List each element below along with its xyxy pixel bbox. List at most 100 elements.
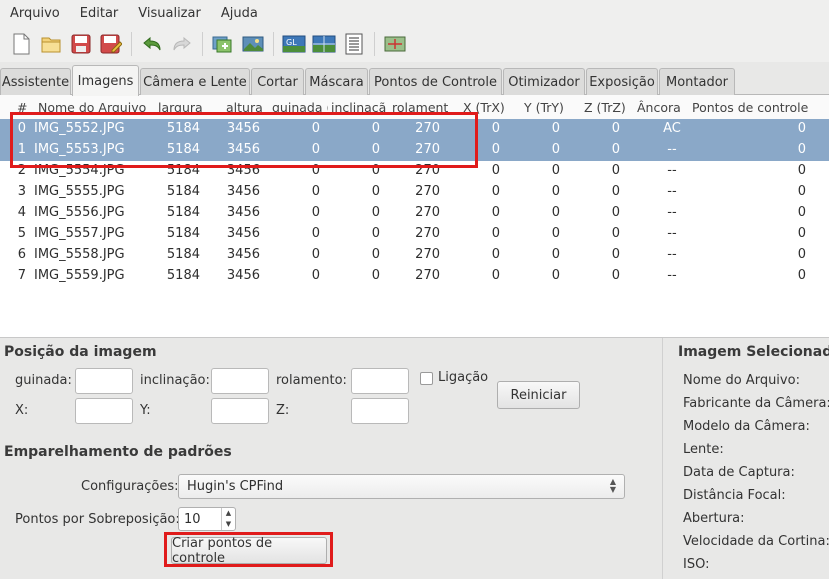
add-images-icon[interactable] <box>211 32 235 56</box>
cell-height: 3456 <box>226 121 260 136</box>
add-time-series-icon[interactable] <box>241 32 265 56</box>
open-folder-icon[interactable] <box>39 32 63 56</box>
svg-text:GL: GL <box>286 38 297 47</box>
tab-otimizador[interactable]: Otimizador <box>503 68 585 95</box>
settings-value: Hugin's CPFind <box>187 479 284 494</box>
create-control-points-button[interactable]: Criar pontos de controle <box>171 536 327 566</box>
cell-roll: 270 <box>415 121 440 136</box>
menu-visualizar[interactable]: Visualizar <box>128 6 211 21</box>
col-header-height[interactable]: altura <box>226 100 266 115</box>
table-row[interactable]: 5 IMG_5557.JPG 5184 3456 0 0 270 0 0 0 -- 0 <box>0 224 829 245</box>
redo-icon[interactable] <box>170 32 194 56</box>
tab-montador[interactable]: Montador <box>659 68 735 95</box>
tab-imagens[interactable]: Imagens <box>72 65 139 96</box>
cell-trx: 0 <box>491 205 500 220</box>
cell-width: 5184 <box>166 205 200 220</box>
cell-height: 3456 <box>226 247 260 262</box>
points-per-overlap-label: Pontos por Sobreposição: <box>15 512 180 527</box>
fast-preview-icon[interactable] <box>312 32 336 56</box>
cell-trx: 0 <box>491 268 500 283</box>
field-focal-length: Distância Focal: <box>683 488 786 503</box>
field-shutter-speed: Velocidade da Cortina: <box>683 534 829 549</box>
save-as-icon[interactable] <box>99 32 123 56</box>
cell-control-points: 0 <box>797 142 806 157</box>
cell-filename: IMG_5555.JPG <box>34 184 125 199</box>
pitch-input[interactable] <box>211 368 269 394</box>
cell-trz: 0 <box>611 121 620 136</box>
z-input[interactable] <box>351 398 409 424</box>
link-label: Ligação <box>438 370 489 385</box>
menu-bar: Arquivo Editar Visualizar Ajuda <box>0 0 829 26</box>
cell-index: 5 <box>17 226 26 241</box>
list-view-icon[interactable] <box>342 32 366 56</box>
col-header-anchor[interactable]: Âncora <box>637 100 687 115</box>
cell-try: 0 <box>551 247 560 262</box>
col-header-trz[interactable]: Z (TrZ) <box>584 100 634 115</box>
tab-mascara[interactable]: Máscara <box>305 68 368 95</box>
cell-filename: IMG_5552.JPG <box>34 121 125 136</box>
col-header-control-points[interactable]: Pontos de controle <box>692 100 829 115</box>
save-icon[interactable] <box>69 32 93 56</box>
x-input[interactable] <box>75 398 133 424</box>
section-title-image-position: Posição da imagem <box>4 344 157 360</box>
opengl-preview-icon[interactable]: GL <box>282 32 306 56</box>
col-header-try[interactable]: Y (TrY) <box>524 100 574 115</box>
cell-anchor: -- <box>667 247 677 262</box>
tab-camera-e-lente[interactable]: Câmera e Lente <box>140 68 250 95</box>
tab-exposicao[interactable]: Exposição <box>586 68 658 95</box>
cell-trz: 0 <box>611 226 620 241</box>
col-header-pitch[interactable]: inclinação <box>331 100 387 115</box>
settings-combobox[interactable]: Hugin's CPFind ▲ ▼ <box>178 474 625 499</box>
field-aperture: Abertura: <box>683 511 745 526</box>
col-header-yaw[interactable]: guinada ( <box>272 100 328 115</box>
points-per-overlap-spinner[interactable]: 10 ▲ ▼ <box>178 507 236 531</box>
cell-control-points: 0 <box>797 184 806 199</box>
table-row[interactable]: 7 IMG_5559.JPG 5184 3456 0 0 270 0 0 0 -- 0 <box>0 266 829 287</box>
table-row[interactable]: 0 IMG_5552.JPG 5184 3456 0 0 270 0 0 0 AC 0 <box>0 119 829 140</box>
y-input[interactable] <box>211 398 269 424</box>
cell-roll: 270 <box>415 142 440 157</box>
spin-arrows-icon[interactable]: ▲ ▼ <box>221 508 235 530</box>
col-header-width[interactable]: largura <box>158 100 218 115</box>
menu-editar[interactable]: Editar <box>70 6 129 21</box>
menu-ajuda[interactable]: Ajuda <box>211 6 268 21</box>
reset-button[interactable]: Reiniciar <box>497 381 580 409</box>
toolbar-separator <box>131 32 132 56</box>
undo-icon[interactable] <box>140 32 164 56</box>
yaw-input[interactable] <box>75 368 133 394</box>
cell-trx: 0 <box>491 121 500 136</box>
tab-assistente[interactable]: Assistente <box>0 68 71 95</box>
new-file-icon[interactable] <box>9 32 33 56</box>
roll-input[interactable] <box>351 368 409 394</box>
y-label: Y: <box>140 403 151 418</box>
cell-index: 7 <box>17 268 26 283</box>
link-checkbox[interactable] <box>420 372 433 385</box>
cell-trx: 0 <box>491 247 500 262</box>
cell-pitch: 0 <box>371 184 380 199</box>
cell-trx: 0 <box>491 163 500 178</box>
cell-filename: IMG_5556.JPG <box>34 205 125 220</box>
table-row[interactable]: 4 IMG_5556.JPG 5184 3456 0 0 270 0 0 0 -- 0 <box>0 203 829 224</box>
table-row[interactable]: 1 IMG_5553.JPG 5184 3456 0 0 270 0 0 0 -- 0 <box>0 140 829 161</box>
pitch-label: inclinação: <box>140 373 210 388</box>
cell-height: 3456 <box>226 226 260 241</box>
cell-control-points: 0 <box>797 226 806 241</box>
toolbar-separator <box>202 32 203 56</box>
table-row[interactable]: 6 IMG_5558.JPG 5184 3456 0 0 270 0 0 0 -- 0 <box>0 245 829 266</box>
table-row[interactable]: 2 IMG_5554.JPG 5184 3456 0 0 270 0 0 0 -- 0 <box>0 161 829 182</box>
field-lens: Lente: <box>683 442 724 457</box>
cell-height: 3456 <box>226 184 260 199</box>
table-row[interactable]: 3 IMG_5555.JPG 5184 3456 0 0 270 0 0 0 -- 0 <box>0 182 829 203</box>
col-header-index[interactable]: # <box>17 100 27 115</box>
col-header-filename[interactable]: Nome do Arquivo <box>38 100 150 115</box>
cell-yaw: 0 <box>311 121 320 136</box>
cell-pitch: 0 <box>371 247 380 262</box>
tab-pontos-de-controle[interactable]: Pontos de Controle <box>369 68 502 95</box>
cell-control-points: 0 <box>797 121 806 136</box>
menu-arquivo[interactable]: Arquivo <box>0 6 70 21</box>
col-header-roll[interactable]: rolament <box>392 100 448 115</box>
field-camera-maker: Fabricante da Câmera: <box>683 396 829 411</box>
control-point-editor-icon[interactable] <box>383 32 407 56</box>
col-header-trx[interactable]: X (TrX) <box>463 100 513 115</box>
tab-cortar[interactable]: Cortar <box>251 68 304 95</box>
